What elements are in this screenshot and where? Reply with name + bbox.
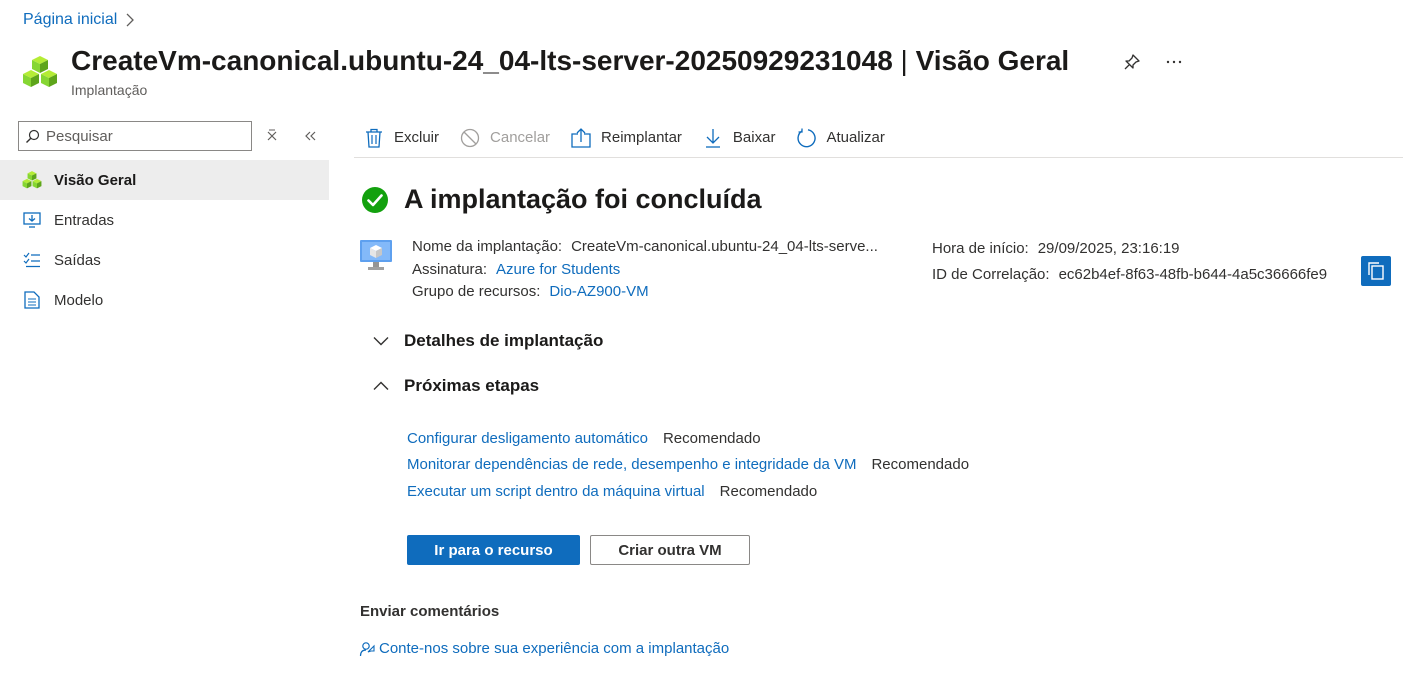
- chevron-down-icon: [372, 332, 390, 350]
- side-nav: Visão Geral Entradas Saídas Modelo: [0, 160, 329, 320]
- correlation-label: ID de Correlação:: [932, 266, 1050, 283]
- nav-item-template[interactable]: Modelo: [0, 280, 329, 320]
- outputs-icon: [22, 250, 42, 270]
- start-time-value: 29/09/2025, 23:16:19: [1037, 240, 1180, 257]
- download-label: Baixar: [732, 129, 776, 146]
- breadcrumb: Página inicial: [23, 10, 135, 30]
- resource-group-row: Grupo de recursos: Dio-AZ900-VM: [412, 281, 878, 304]
- deployment-cubes-icon: [23, 56, 57, 87]
- feedback-icon: [359, 641, 375, 656]
- pin-button[interactable]: [1122, 52, 1142, 72]
- nav-item-label: Entradas: [54, 211, 115, 229]
- next-step-link[interactable]: Monitorar dependências de rede, desempen…: [407, 456, 856, 473]
- upload-icon: [570, 127, 592, 149]
- redeploy-label: Reimplantar: [601, 129, 682, 146]
- page-title-main: CreateVm-canonical.ubuntu-24_04-lts-serv…: [71, 45, 893, 76]
- next-steps-toggle[interactable]: Próximas etapas: [372, 376, 539, 396]
- deployment-details-toggle[interactable]: Detalhes de implantação: [372, 331, 603, 351]
- page-title-separator: |: [892, 45, 916, 76]
- deployment-details-label: Detalhes de implantação: [404, 331, 604, 350]
- subscription-label: Assinatura:: [412, 260, 488, 278]
- page-subtitle: Implantação: [71, 82, 148, 98]
- breadcrumb-home-link[interactable]: Página inicial: [23, 11, 117, 29]
- deployment-cubes-icon: [22, 170, 42, 190]
- double-chevron-left-icon: [305, 131, 316, 141]
- start-time-label: Hora de início:: [932, 240, 1029, 257]
- feedback-link[interactable]: Conte-nos sobre sua experiência com a im…: [359, 640, 729, 657]
- resource-group-link[interactable]: Dio-AZ900-VM: [549, 281, 648, 304]
- deployment-status: A implantação foi concluída: [361, 184, 762, 215]
- copy-icon: [1368, 262, 1384, 280]
- cancel-button[interactable]: Cancelar: [459, 127, 550, 149]
- clear-filter-icon: [267, 129, 277, 141]
- delete-label: Excluir: [394, 129, 440, 146]
- ellipsis-icon: [1166, 60, 1182, 64]
- subscription-row: Assinatura: Azure for Students: [412, 259, 878, 282]
- chevron-up-icon: [372, 377, 390, 395]
- deployment-name-label: Nome da implantação:: [412, 238, 563, 255]
- nav-item-inputs[interactable]: Entradas: [0, 200, 329, 240]
- next-step-link[interactable]: Configurar desligamento automático: [407, 430, 648, 447]
- resource-group-label: Grupo de recursos:: [412, 283, 541, 300]
- refresh-label: Atualizar: [826, 129, 885, 146]
- collapse-nav-button[interactable]: [300, 126, 320, 146]
- nav-item-label: Visão Geral: [54, 171, 137, 189]
- deployment-name-value: CreateVm-canonical.ubuntu-24_04-lts-serv…: [571, 238, 878, 255]
- download-button[interactable]: Baixar: [702, 127, 776, 149]
- pin-icon: [1124, 54, 1140, 70]
- recommended-tag: Recomendado: [871, 456, 970, 474]
- trash-icon: [363, 127, 385, 149]
- list-item: Executar um script dentro da máquina vir…: [407, 474, 969, 509]
- search-box: [18, 121, 252, 151]
- next-step-link[interactable]: Executar um script dentro da máquina vir…: [407, 483, 705, 500]
- create-another-vm-button[interactable]: Criar outra VM: [590, 535, 750, 565]
- delete-button[interactable]: Excluir: [363, 127, 439, 149]
- header-actions: [1122, 52, 1184, 72]
- deployment-info: Nome da implantação: CreateVm-canonical.…: [359, 236, 1399, 306]
- template-icon: [22, 290, 42, 310]
- cancel-label: Cancelar: [490, 129, 551, 146]
- recommended-tag: Recomendado: [662, 429, 761, 447]
- recommended-tag: Recomendado: [719, 482, 818, 500]
- nav-item-overview[interactable]: Visão Geral: [0, 160, 329, 200]
- nav-item-outputs[interactable]: Saídas: [0, 240, 329, 280]
- download-icon: [702, 127, 724, 149]
- page-header: CreateVm-canonical.ubuntu-24_04-lts-serv…: [22, 44, 1069, 98]
- deployment-name-row: Nome da implantação: CreateVm-canonical.…: [412, 236, 878, 259]
- search-icon: [26, 129, 40, 143]
- status-title: A implantação foi concluída: [404, 184, 762, 214]
- action-buttons: Ir para o recurso Criar outra VM: [407, 535, 750, 565]
- correlation-row: ID de Correlação: ec62b4ef-8f63-48fb-b64…: [932, 262, 1327, 288]
- page-title: CreateVm-canonical.ubuntu-24_04-lts-serv…: [71, 44, 1069, 78]
- next-steps-label: Próximas etapas: [404, 376, 540, 395]
- subscription-link[interactable]: Azure for Students: [496, 259, 620, 282]
- feedback-link-label: Conte-nos sobre sua experiência com a im…: [379, 640, 730, 657]
- correlation-value: ec62b4ef-8f63-48fb-b644-4a5c36666fe9: [1058, 266, 1328, 283]
- chevron-right-icon: [126, 13, 135, 27]
- feedback-title: Enviar comentários: [360, 603, 500, 620]
- nav-item-label: Saídas: [54, 251, 101, 269]
- nav-search-row: [18, 121, 320, 151]
- clear-filter-button[interactable]: [262, 126, 282, 146]
- copy-correlation-button[interactable]: [1361, 256, 1391, 286]
- start-time-row: Hora de início: 29/09/2025, 23:16:19: [932, 236, 1327, 262]
- prohibited-icon: [459, 127, 481, 149]
- search-input[interactable]: [46, 127, 236, 145]
- go-to-resource-button[interactable]: Ir para o recurso: [407, 535, 580, 565]
- redeploy-button[interactable]: Reimplantar: [570, 127, 682, 149]
- virtual-machine-icon: [360, 240, 392, 270]
- nav-item-label: Modelo: [54, 291, 104, 309]
- refresh-icon: [795, 127, 817, 149]
- success-check-icon: [362, 186, 388, 213]
- page-title-section: Visão Geral: [915, 45, 1070, 76]
- refresh-button[interactable]: Atualizar: [795, 127, 885, 149]
- next-steps-list: Configurar desligamento automático Recom…: [407, 421, 969, 509]
- more-options-button[interactable]: [1164, 52, 1184, 72]
- command-bar: Excluir Cancelar Reimplantar Baixar Atua…: [354, 118, 1403, 158]
- inputs-icon: [22, 210, 42, 230]
